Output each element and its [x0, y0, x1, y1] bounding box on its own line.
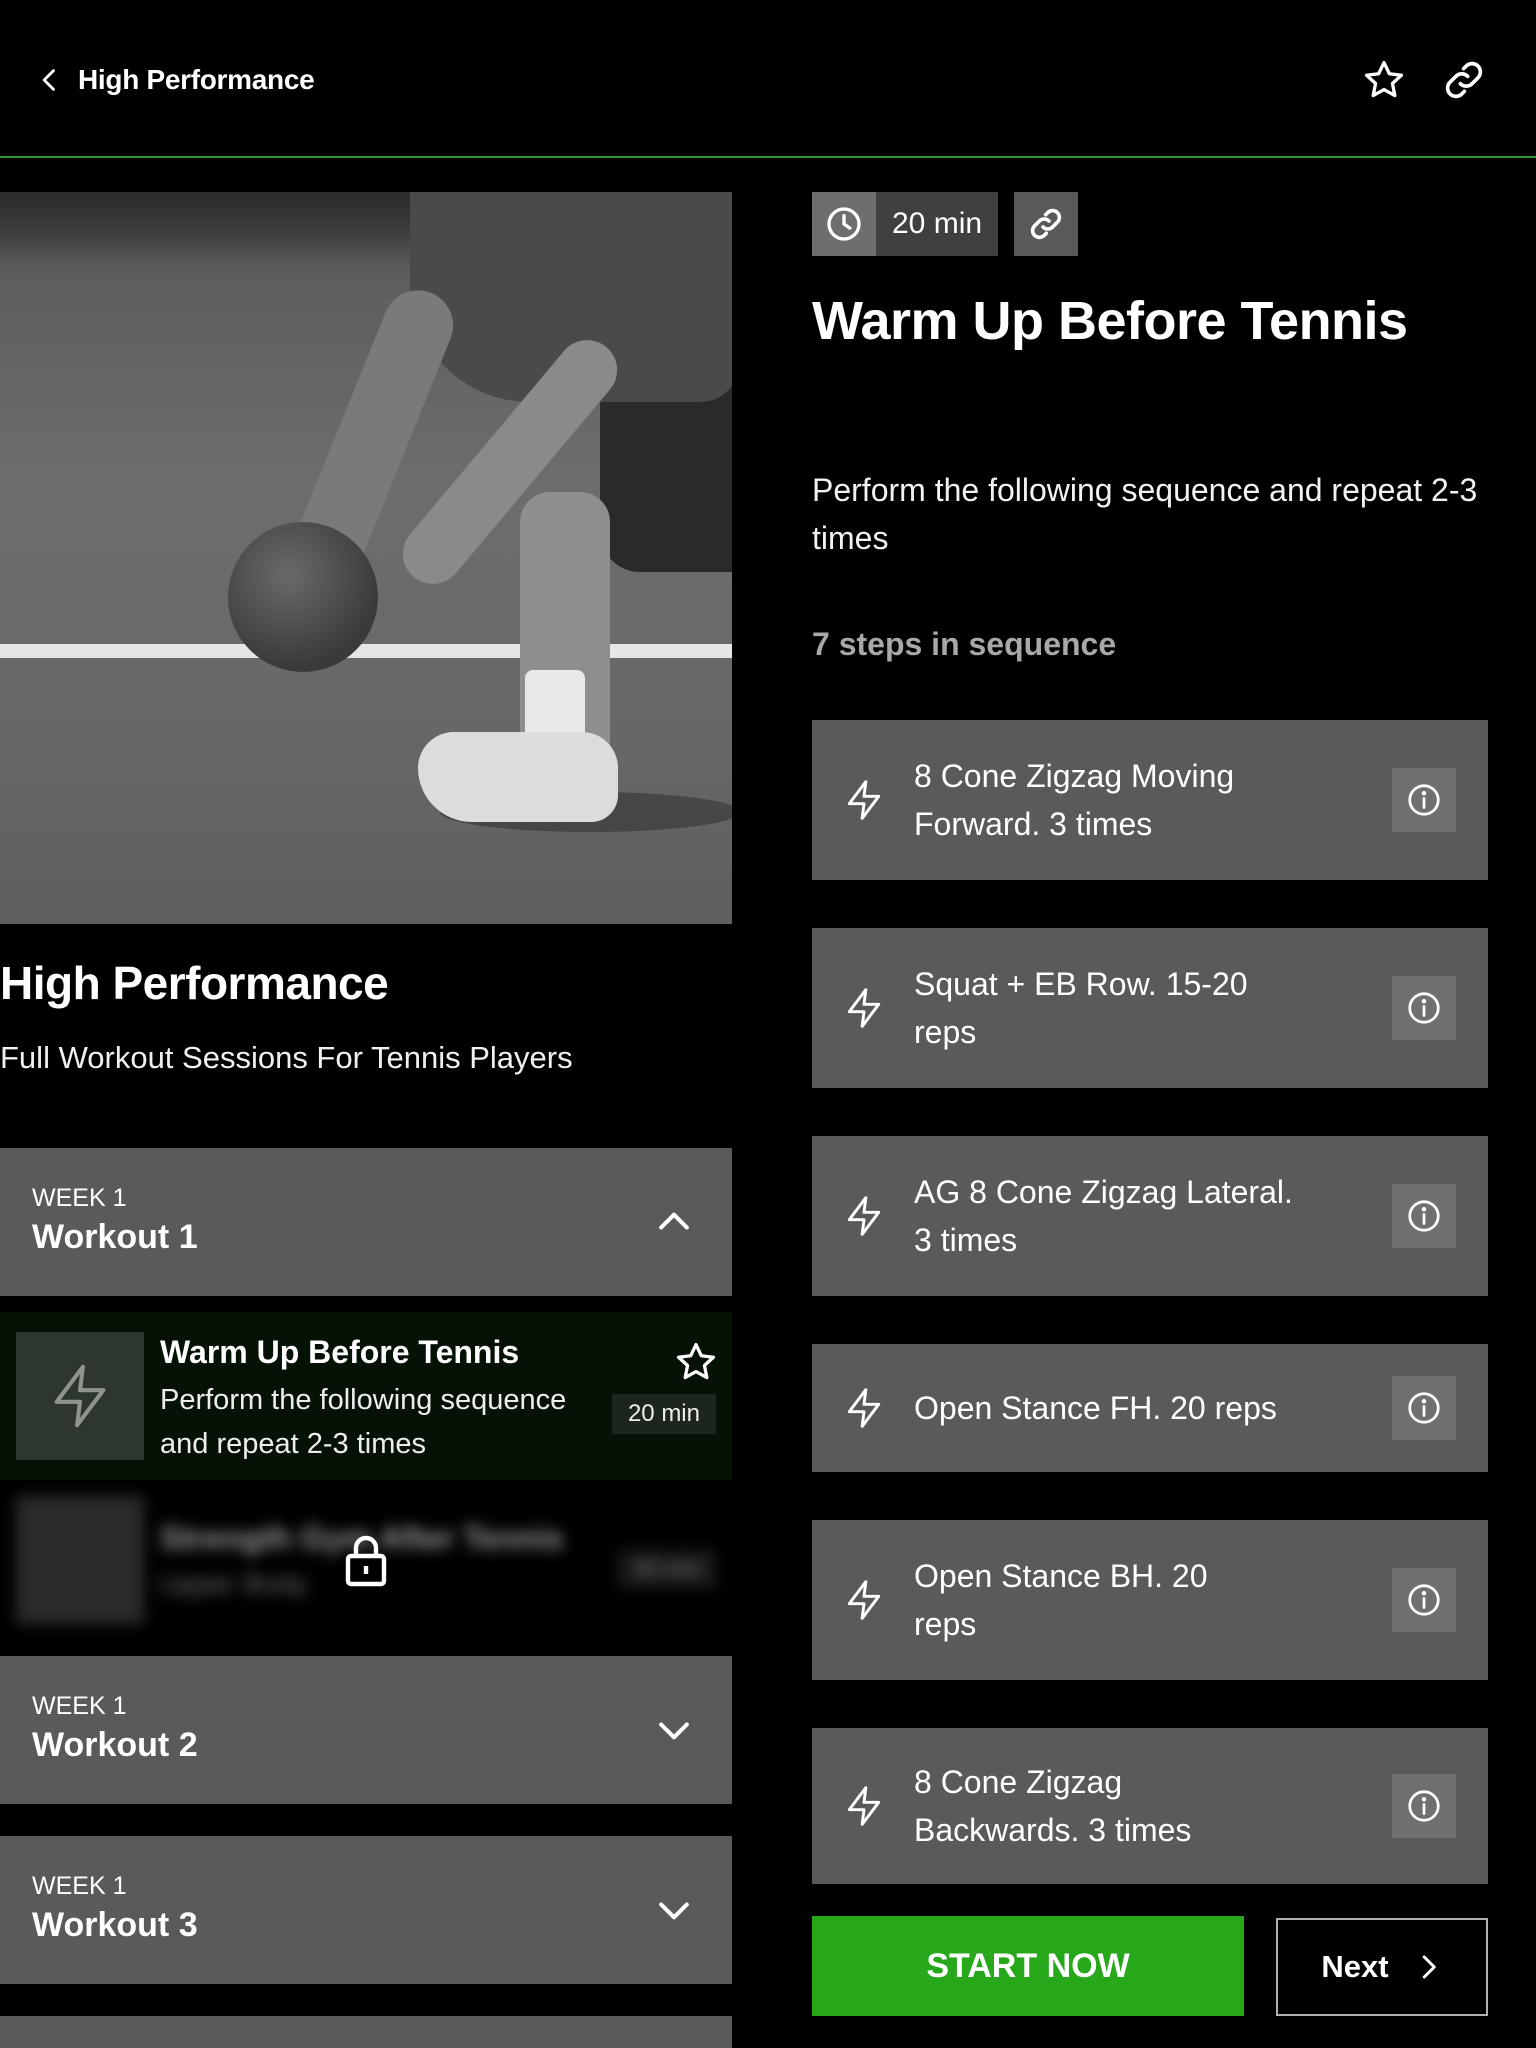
step-label: Open Stance BH. 20 reps [914, 1558, 1208, 1642]
step-label: Open Stance FH. 20 reps [914, 1390, 1277, 1426]
session-item-selected[interactable]: Warm Up Before Tennis Perform the follow… [0, 1312, 732, 1480]
workout-meta: 20 min [812, 192, 1079, 256]
next-button[interactable]: Next [1276, 1918, 1488, 2016]
duration-chip: 20 min [812, 192, 999, 256]
session-thumbnail [16, 1332, 144, 1460]
workout-3-accordion[interactable]: WEEK 1 Workout 3 [0, 1836, 732, 1984]
lightning-icon [847, 1786, 881, 1826]
session-title: Warm Up Before Tennis [160, 1334, 520, 1370]
step-item[interactable]: Open Stance BH. 20 reps [812, 1520, 1488, 1680]
step-label: 8 Cone Zigzag Backwards. 3 times [914, 1764, 1192, 1848]
chevron-down-icon [659, 1902, 689, 1920]
copy-link-button[interactable] [1014, 192, 1079, 256]
info-icon [1408, 1392, 1440, 1424]
step-label: Squat + EB Row. 15-20 reps [914, 966, 1248, 1050]
program-hero-image [0, 192, 732, 924]
week-label: WEEK 1 [32, 1184, 127, 1212]
program-subtitle: Full Workout Sessions For Tennis Players [0, 1040, 573, 1075]
chevron-right-icon [1422, 1955, 1436, 1979]
step-info-button[interactable] [1392, 1376, 1456, 1440]
workout-4-accordion[interactable] [0, 2016, 732, 2048]
info-icon [1408, 1790, 1440, 1822]
workout-2-accordion[interactable]: WEEK 1 Workout 2 [0, 1656, 732, 1804]
session-duration: 20 min [611, 1394, 716, 1434]
step-label: 8 Cone Zigzag Moving Forward. 3 times [914, 758, 1235, 842]
share-link-button[interactable] [1438, 54, 1490, 106]
steps-count: 7 steps in sequence [812, 626, 1117, 662]
link-icon [1445, 61, 1483, 99]
workout-name: Workout 2 [32, 1726, 198, 1764]
chevron-up-icon [659, 1212, 689, 1230]
lightning-icon [847, 988, 881, 1028]
workout-name: Workout 3 [32, 1906, 198, 1944]
session-duration: 45 min [617, 1550, 716, 1588]
step-label: AG 8 Cone Zigzag Lateral. 3 times [914, 1174, 1293, 1258]
next-label: Next [1321, 1949, 1389, 1984]
favorite-button[interactable] [1358, 54, 1410, 106]
lightning-icon [847, 1196, 881, 1236]
info-icon [1408, 992, 1440, 1024]
star-icon[interactable] [674, 1340, 718, 1384]
lightning-icon [847, 1580, 881, 1620]
step-item[interactable]: Squat + EB Row. 15-20 reps [812, 928, 1488, 1088]
step-item[interactable]: Open Stance FH. 20 reps [812, 1344, 1488, 1472]
chevron-left-icon [42, 69, 55, 91]
info-icon [1408, 784, 1440, 816]
top-bar: High Performance [0, 0, 1536, 158]
lock-icon [345, 1535, 387, 1587]
duration-text: 20 min [876, 192, 999, 256]
week-label: WEEK 1 [32, 1692, 127, 1720]
back-button[interactable]: High Performance [36, 56, 315, 104]
step-info-button[interactable] [1392, 1568, 1456, 1632]
step-item[interactable]: 8 Cone Zigzag Backwards. 3 times [812, 1728, 1488, 1884]
info-icon [1408, 1200, 1440, 1232]
link-icon [1030, 208, 1062, 240]
session-thumbnail [16, 1496, 144, 1624]
program-title: High Performance [0, 957, 389, 1009]
chevron-down-icon [659, 1722, 689, 1740]
lightning-icon [847, 780, 881, 820]
step-info-button[interactable] [1392, 1184, 1456, 1248]
workout-1-accordion[interactable]: WEEK 1 Workout 1 [0, 1148, 732, 1296]
info-icon [1408, 1584, 1440, 1616]
workout-name: Workout 1 [32, 1218, 198, 1256]
step-info-button[interactable] [1392, 1774, 1456, 1838]
star-icon [1364, 60, 1404, 98]
back-title: High Performance [78, 64, 315, 95]
clock-icon [827, 207, 861, 241]
workout-title: Warm Up Before Tennis [812, 291, 1408, 351]
start-now-button[interactable]: START NOW [812, 1916, 1244, 2016]
step-info-button[interactable] [1392, 976, 1456, 1040]
session-description: Upper Body [160, 1568, 308, 1599]
step-info-button[interactable] [1392, 768, 1456, 832]
week-label: WEEK 1 [32, 1872, 127, 1900]
workout-description: Perform the following sequence and repea… [812, 472, 1478, 556]
lightning-icon [54, 1364, 106, 1428]
step-item[interactable]: AG 8 Cone Zigzag Lateral. 3 times [812, 1136, 1488, 1296]
lightning-icon [847, 1388, 881, 1428]
session-description: Perform the following sequence and repea… [160, 1384, 567, 1460]
step-item[interactable]: 8 Cone Zigzag Moving Forward. 3 times [812, 720, 1488, 880]
session-item-locked[interactable]: Strength Gym After Tennis Upper Body 45 … [0, 1480, 732, 1640]
